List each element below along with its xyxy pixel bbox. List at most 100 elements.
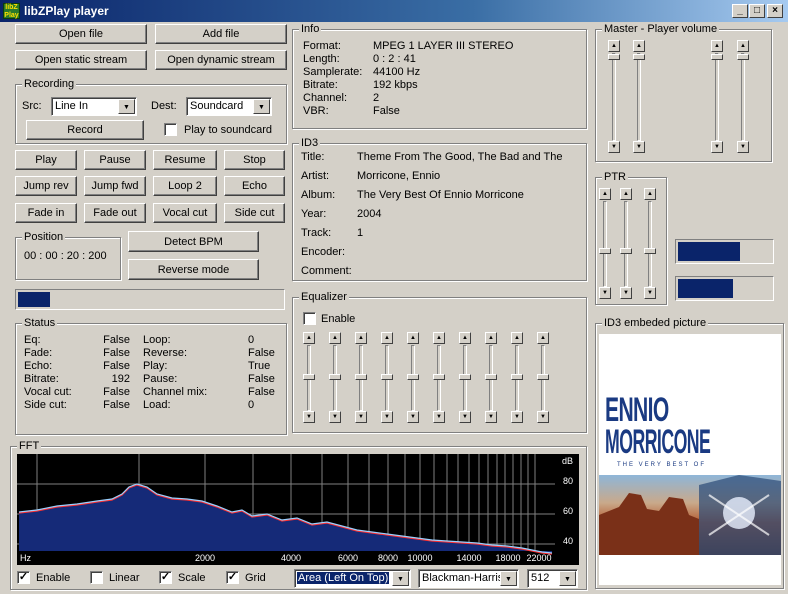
slider-thumb[interactable] xyxy=(633,54,645,60)
arrow-down-icon[interactable]: ▼ xyxy=(537,411,549,423)
slider-thumb[interactable] xyxy=(355,374,367,380)
arrow-up-icon[interactable]: ▲ xyxy=(485,332,497,344)
slider-thumb[interactable] xyxy=(485,374,497,380)
arrow-up-icon[interactable]: ▲ xyxy=(459,332,471,344)
fft-grid-checkbox[interactable]: ✓ xyxy=(226,571,239,584)
playback-progress-bar[interactable] xyxy=(15,289,285,310)
reverse-mode-button[interactable]: Reverse mode xyxy=(128,259,259,280)
fft-size-select[interactable]: 512 ▼ xyxy=(527,569,578,588)
fade-out-button[interactable]: Fade out xyxy=(84,203,146,223)
arrow-down-icon[interactable]: ▼ xyxy=(407,411,419,423)
add-file-button[interactable]: Add file xyxy=(155,24,287,44)
open-file-button[interactable]: Open file xyxy=(15,24,147,44)
detect-bpm-button[interactable]: Detect BPM xyxy=(128,231,259,252)
side-cut-button[interactable]: Side cut xyxy=(224,203,285,223)
equalizer-enable-checkbox[interactable] xyxy=(303,312,316,325)
arrow-up-icon[interactable]: ▲ xyxy=(608,40,620,52)
equalizer-band-slider[interactable]: ▲ ▼ xyxy=(459,332,473,424)
src-select[interactable]: Line In ▼ xyxy=(51,97,137,116)
loop-2-button[interactable]: Loop 2 xyxy=(153,176,217,196)
echo-button[interactable]: Echo xyxy=(224,176,285,196)
slider-thumb[interactable] xyxy=(381,374,393,380)
arrow-up-icon[interactable]: ▲ xyxy=(511,332,523,344)
arrow-up-icon[interactable]: ▲ xyxy=(737,40,749,52)
slider-thumb[interactable] xyxy=(537,374,549,380)
equalizer-band-slider[interactable]: ▲ ▼ xyxy=(433,332,447,424)
equalizer-band-slider[interactable]: ▲ ▼ xyxy=(355,332,369,424)
equalizer-band-slider[interactable]: ▲ ▼ xyxy=(303,332,317,424)
slider-thumb[interactable] xyxy=(620,248,632,254)
maximize-button[interactable]: □ xyxy=(749,4,765,18)
ptr-slider[interactable]: ▲ ▼ xyxy=(599,188,613,300)
arrow-down-icon[interactable]: ▼ xyxy=(633,141,645,153)
close-button[interactable]: × xyxy=(767,4,783,18)
slider-thumb[interactable] xyxy=(737,54,749,60)
slider-thumb[interactable] xyxy=(303,374,315,380)
jump-rev-button[interactable]: Jump rev xyxy=(15,176,77,196)
equalizer-band-slider[interactable]: ▲ ▼ xyxy=(381,332,395,424)
arrow-down-icon[interactable]: ▼ xyxy=(608,141,620,153)
fade-in-button[interactable]: Fade in xyxy=(15,203,77,223)
arrow-up-icon[interactable]: ▲ xyxy=(620,188,632,200)
play-to-soundcard-checkbox[interactable] xyxy=(164,123,177,136)
arrow-down-icon[interactable]: ▼ xyxy=(737,141,749,153)
arrow-up-icon[interactable]: ▲ xyxy=(711,40,723,52)
equalizer-band-slider[interactable]: ▲ ▼ xyxy=(537,332,551,424)
jump-fwd-button[interactable]: Jump fwd xyxy=(84,176,146,196)
play-button[interactable]: Play xyxy=(15,150,77,170)
slider-thumb[interactable] xyxy=(329,374,341,380)
master-volume-slider[interactable]: ▲ ▼ xyxy=(737,40,751,154)
arrow-up-icon[interactable]: ▲ xyxy=(355,332,367,344)
equalizer-band-slider[interactable]: ▲ ▼ xyxy=(511,332,525,424)
arrow-down-icon[interactable]: ▼ xyxy=(303,411,315,423)
slider-thumb[interactable] xyxy=(459,374,471,380)
dest-select[interactable]: Soundcard ▼ xyxy=(186,97,272,116)
slider-thumb[interactable] xyxy=(511,374,523,380)
arrow-up-icon[interactable]: ▲ xyxy=(407,332,419,344)
fft-mode-select[interactable]: Area (Left On Top) ▼ xyxy=(294,569,411,588)
slider-thumb[interactable] xyxy=(711,54,723,60)
master-volume-slider[interactable]: ▲ ▼ xyxy=(711,40,725,154)
arrow-down-icon[interactable]: ▼ xyxy=(459,411,471,423)
arrow-down-icon[interactable]: ▼ xyxy=(355,411,367,423)
ptr-slider[interactable]: ▲ ▼ xyxy=(620,188,634,300)
resume-button[interactable]: Resume xyxy=(153,150,217,170)
open-static-stream-button[interactable]: Open static stream xyxy=(15,50,147,70)
arrow-up-icon[interactable]: ▲ xyxy=(537,332,549,344)
arrow-down-icon[interactable]: ▼ xyxy=(329,411,341,423)
fft-linear-checkbox[interactable] xyxy=(90,571,103,584)
arrow-up-icon[interactable]: ▲ xyxy=(599,188,611,200)
arrow-up-icon[interactable]: ▲ xyxy=(329,332,341,344)
slider-thumb[interactable] xyxy=(407,374,419,380)
arrow-down-icon[interactable]: ▼ xyxy=(511,411,523,423)
arrow-up-icon[interactable]: ▲ xyxy=(381,332,393,344)
record-button[interactable]: Record xyxy=(26,120,144,140)
stop-button[interactable]: Stop xyxy=(224,150,285,170)
open-dynamic-stream-button[interactable]: Open dynamic stream xyxy=(155,50,287,70)
minimize-button[interactable]: _ xyxy=(732,4,748,18)
arrow-up-icon[interactable]: ▲ xyxy=(433,332,445,344)
arrow-up-icon[interactable]: ▲ xyxy=(303,332,315,344)
slider-thumb[interactable] xyxy=(433,374,445,380)
slider-thumb[interactable] xyxy=(599,248,611,254)
fft-enable-checkbox[interactable]: ✓ xyxy=(17,571,30,584)
slider-thumb[interactable] xyxy=(644,248,656,254)
fft-scale-checkbox[interactable]: ✓ xyxy=(159,571,172,584)
slider-thumb[interactable] xyxy=(608,54,620,60)
arrow-down-icon[interactable]: ▼ xyxy=(620,287,632,299)
master-volume-slider[interactable]: ▲ ▼ xyxy=(608,40,622,154)
arrow-down-icon[interactable]: ▼ xyxy=(644,287,656,299)
arrow-down-icon[interactable]: ▼ xyxy=(711,141,723,153)
arrow-up-icon[interactable]: ▲ xyxy=(633,40,645,52)
arrow-down-icon[interactable]: ▼ xyxy=(599,287,611,299)
arrow-up-icon[interactable]: ▲ xyxy=(644,188,656,200)
arrow-down-icon[interactable]: ▼ xyxy=(433,411,445,423)
equalizer-band-slider[interactable]: ▲ ▼ xyxy=(407,332,421,424)
pause-button[interactable]: Pause xyxy=(84,150,146,170)
ptr-slider[interactable]: ▲ ▼ xyxy=(644,188,658,300)
fft-window-select[interactable]: Blackman-Harris ▼ xyxy=(418,569,519,588)
arrow-down-icon[interactable]: ▼ xyxy=(485,411,497,423)
equalizer-band-slider[interactable]: ▲ ▼ xyxy=(329,332,343,424)
equalizer-band-slider[interactable]: ▲ ▼ xyxy=(485,332,499,424)
arrow-down-icon[interactable]: ▼ xyxy=(381,411,393,423)
